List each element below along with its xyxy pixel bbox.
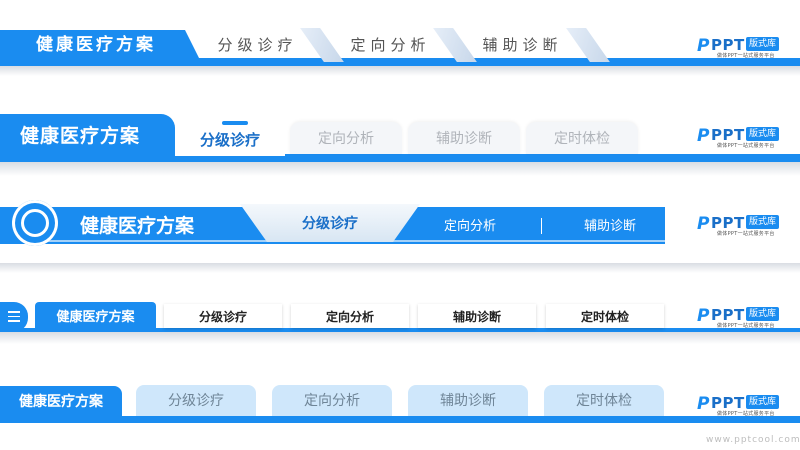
banner-4-tab[interactable]: 分级诊疗: [164, 304, 282, 328]
banner-2-tab[interactable]: 定时体检: [526, 122, 638, 154]
logo-badge: 版式库: [746, 37, 780, 51]
banner-4-tab[interactable]: 辅助诊断: [418, 304, 536, 328]
logo: P PPT 版式库 做体PPT一站式服务平台: [697, 213, 787, 239]
circle-emblem-icon: [12, 200, 58, 246]
banner-4-title: 健康医疗方案: [56, 310, 135, 325]
logo-mark: P: [697, 36, 710, 56]
banner-2-shadow: [0, 162, 800, 176]
banner-4-tab[interactable]: 定向分析: [291, 304, 409, 328]
logo-mark: P: [697, 306, 710, 326]
banner-5-tab[interactable]: 定向分析: [272, 385, 392, 416]
banner-4-shadow: [0, 332, 800, 344]
logo-badge: 版式库: [746, 127, 780, 141]
banner-1-title: 健康医疗方案: [36, 35, 156, 55]
banner-1-tab[interactable]: 辅助诊断: [470, 30, 575, 60]
logo-tagline: 做体PPT一站式服务平台: [717, 323, 775, 329]
hamburger-menu-button[interactable]: [0, 302, 28, 332]
banner-5-tab[interactable]: 辅助诊断: [408, 385, 528, 416]
banner-5-tab[interactable]: 分级诊疗: [136, 385, 256, 416]
banner-3-active-tab-label[interactable]: 分级诊疗: [240, 206, 420, 240]
banner-3-divider: [541, 218, 542, 234]
logo-tagline: 做体PPT一站式服务平台: [717, 231, 775, 237]
banner-3-tab[interactable]: 辅助诊断: [560, 207, 660, 244]
logo: P PPT 版式库 做体PPT一站式服务平台: [697, 393, 787, 419]
banner-2-tab[interactable]: 定向分析: [290, 122, 402, 154]
banner-2-active-tab[interactable]: 分级诊疗: [175, 124, 285, 154]
logo: P PPT 版式库 做体PPT一站式服务平台: [697, 35, 787, 61]
logo-badge: 版式库: [746, 395, 780, 409]
banner-1-tab[interactable]: 定向分析: [338, 30, 443, 60]
logo: P PPT 版式库 做体PPT一站式服务平台: [697, 305, 787, 331]
banner-4-tab[interactable]: 定时体检: [546, 304, 664, 328]
banner-5-tab[interactable]: 定时体检: [544, 385, 664, 416]
logo-badge: 版式库: [746, 215, 780, 229]
logo: P PPT 版式库 做体PPT一站式服务平台: [697, 125, 787, 151]
logo-mark: P: [697, 126, 710, 146]
logo-tagline: 做体PPT一站式服务平台: [717, 411, 775, 417]
banner-2-tab[interactable]: 辅助诊断: [408, 122, 520, 154]
banner-2-title: 健康医疗方案: [20, 125, 141, 147]
logo-badge: 版式库: [746, 307, 780, 321]
banner-5-title: 健康医疗方案: [19, 394, 103, 410]
logo-tagline: 做体PPT一站式服务平台: [717, 53, 775, 59]
banner-1-shadow: [0, 66, 800, 76]
logo-mark: P: [697, 214, 710, 234]
logo-tagline: 做体PPT一站式服务平台: [717, 143, 775, 149]
banner-3-tab[interactable]: 定向分析: [420, 207, 520, 244]
banner-3-title: 健康医疗方案: [80, 215, 195, 237]
hamburger-icon: [8, 311, 20, 322]
banner-1-tab[interactable]: 分级诊疗: [205, 30, 310, 60]
banner-3-shadow: [0, 263, 800, 273]
watermark: www.pptcool.com: [706, 435, 800, 445]
logo-mark: P: [697, 394, 710, 414]
